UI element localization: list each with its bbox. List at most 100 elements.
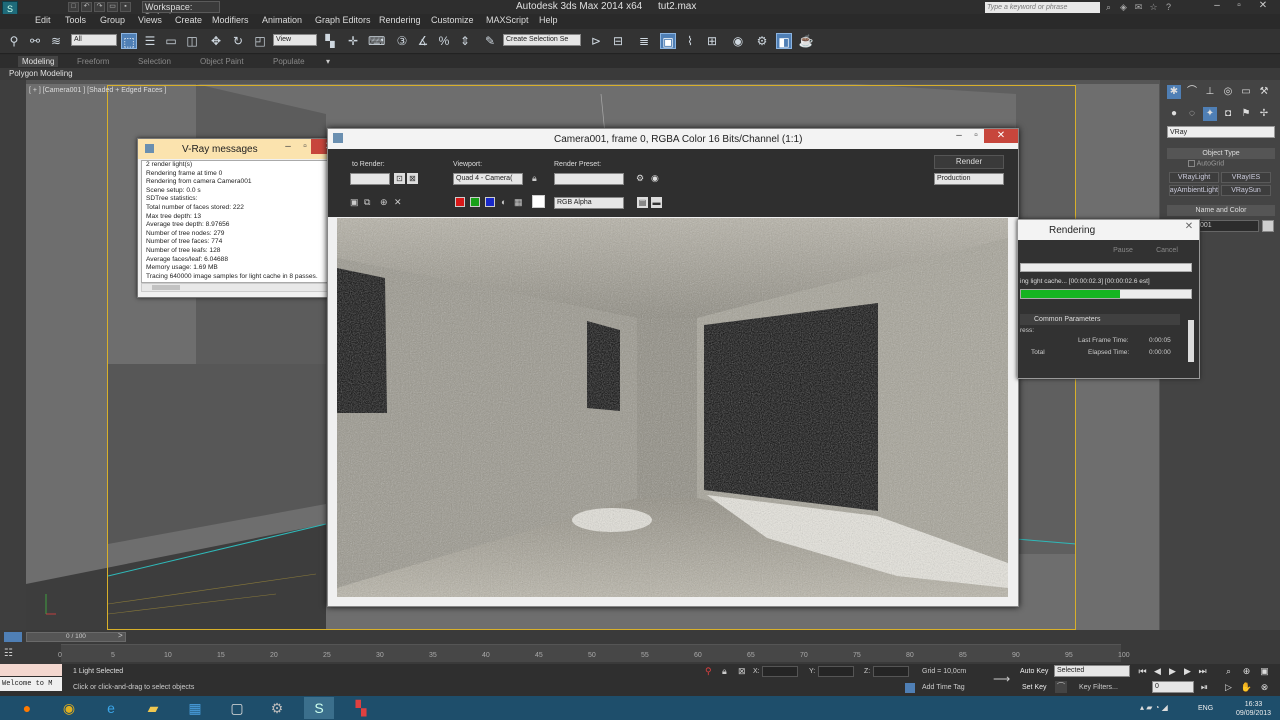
next-frame-icon[interactable]: ▶ (1181, 665, 1194, 677)
new-file-icon[interactable]: □ (68, 2, 79, 12)
blue-channel-icon[interactable] (485, 197, 495, 207)
key-mode-toggle-icon[interactable]: ⏯ (1198, 681, 1211, 693)
x-coordinate-field[interactable] (762, 666, 798, 677)
vray-log[interactable]: 2 render light(s) Rendering frame at time… (141, 160, 345, 283)
vrayambientlight-button[interactable]: VRayAmbientLight (1169, 185, 1219, 196)
menu-tools[interactable]: Tools (65, 15, 86, 25)
lights-icon[interactable]: ✦ (1203, 107, 1217, 121)
viewport-dropdown[interactable]: Quad 4 - Camera( (453, 173, 523, 185)
minimize-icon[interactable]: – (1210, 0, 1224, 12)
create-panel-tab-icon[interactable]: ✱ (1167, 85, 1181, 99)
menu-modifiers[interactable]: Modifiers (212, 15, 249, 25)
rendered-image[interactable] (337, 218, 1008, 597)
menu-create[interactable]: Create (175, 15, 202, 25)
zoom-extents-icon[interactable]: ▣ (1258, 665, 1271, 677)
ribbon-options-icon[interactable]: ▾ (322, 56, 334, 67)
rotate-icon[interactable]: ↻ (230, 33, 246, 49)
select-object-icon[interactable]: ⬚ (121, 33, 137, 49)
tab-populate[interactable]: Populate (269, 56, 309, 67)
render-setup-icon[interactable]: ⚙ (754, 33, 770, 49)
viewport-label[interactable]: [ + ] [Camera001 ] [Shaded + Edged Faces… (29, 87, 166, 94)
render-production-icon[interactable]: ☕ (798, 33, 814, 49)
toggle-toolbar-icon[interactable]: ▬ (651, 197, 662, 208)
input-language[interactable]: ENG (1198, 705, 1213, 712)
schematic-view-icon[interactable]: ⊞ (704, 33, 720, 49)
move-icon[interactable]: ✥ (208, 33, 224, 49)
graphite-toggle-icon[interactable]: ▣ (660, 33, 676, 49)
current-frame-field[interactable]: 0 (1152, 681, 1194, 693)
production-dropdown[interactable]: Production (934, 173, 1004, 185)
set-key-icon[interactable]: ⌒ (1055, 681, 1067, 693)
time-slider[interactable]: 0 / 100 (26, 632, 126, 642)
clock[interactable]: 16:33 09/09/2013 (1236, 700, 1271, 718)
y-coordinate-field[interactable] (818, 666, 854, 677)
autogrid-checkbox[interactable]: AutoGrid (1188, 160, 1224, 167)
green-channel-icon[interactable] (470, 197, 480, 207)
file-explorer-icon[interactable]: ▰ (138, 697, 168, 719)
menu-views[interactable]: Views (138, 15, 162, 25)
pivot-center-icon[interactable]: ▚ (322, 33, 338, 49)
menu-graph-editors[interactable]: Graph Editors (315, 15, 371, 25)
z-coordinate-field[interactable] (873, 666, 909, 677)
open-icon[interactable]: ▭ (107, 2, 118, 12)
color-swatch-icon[interactable] (532, 195, 545, 208)
close-icon[interactable]: ✕ (1256, 0, 1270, 12)
display-panel-tab-icon[interactable]: ▭ (1239, 85, 1253, 99)
systems-icon[interactable]: ✢ (1257, 107, 1271, 121)
edit-named-selection-icon[interactable]: ✎ (482, 33, 498, 49)
goto-end-icon[interactable]: ⏭ (1196, 665, 1209, 677)
object-type-rollout[interactable]: Object Type (1167, 148, 1275, 159)
modify-panel-tab-icon[interactable]: ⌒ (1185, 85, 1199, 99)
edit-region-icon[interactable]: ⊡ (394, 173, 405, 184)
spinner-snap-icon[interactable]: ⇕ (457, 33, 473, 49)
zoom-all-icon[interactable]: ⊕ (1240, 665, 1253, 677)
mini-curve-toggle-icon[interactable] (4, 632, 22, 642)
cameras-icon[interactable]: ◘ (1221, 107, 1235, 121)
utilities-panel-tab-icon[interactable]: ⚒ (1257, 85, 1271, 99)
menu-rendering[interactable]: Rendering (379, 15, 421, 25)
orbit-icon[interactable]: ⊗ (1258, 681, 1271, 693)
maximize-icon[interactable]: ▫ (1232, 0, 1246, 12)
add-time-tag[interactable]: Add Time Tag (922, 684, 965, 691)
search-icon[interactable]: ⌕ (1103, 2, 1114, 13)
selection-lock-icon[interactable]: 🔒︎ (722, 666, 727, 677)
rendering-scrollbar[interactable] (1188, 320, 1194, 362)
menu-maxscript[interactable]: MAXScript (486, 15, 529, 25)
play-icon[interactable]: ▶ (1166, 665, 1179, 677)
alpha-channel-icon[interactable]: ◐ (501, 197, 506, 207)
print-icon[interactable]: ✕ (394, 197, 402, 208)
mirror-icon[interactable]: ⊳ (588, 33, 604, 49)
network-icon[interactable]: ▦ (180, 697, 210, 719)
cancel-button[interactable]: Cancel (1151, 244, 1183, 257)
menu-group[interactable]: Group (100, 15, 125, 25)
fb-render-button[interactable]: Render (934, 155, 1004, 169)
clone-frame-icon[interactable]: ⊕ (380, 197, 388, 208)
snap-toggle-icon[interactable]: ③ (394, 33, 410, 49)
help-icon[interactable]: ? (1163, 2, 1174, 13)
menu-help[interactable]: Help (539, 15, 558, 25)
vraylight-button[interactable]: VRayLight (1169, 172, 1219, 183)
tool-app-icon[interactable]: ⚙ (262, 697, 292, 719)
red-channel-icon[interactable] (455, 197, 465, 207)
goto-start-icon[interactable]: ⏮ (1136, 665, 1149, 677)
subscription-icon[interactable]: ◈ (1118, 2, 1129, 13)
fb-maximize-icon[interactable]: ▫ (967, 129, 985, 143)
autogrid-box[interactable] (1188, 160, 1195, 167)
render-setup-fb-icon[interactable]: ⚙ (636, 173, 644, 184)
save-icon[interactable]: ▪ (120, 2, 131, 12)
motion-panel-tab-icon[interactable]: ◎ (1221, 85, 1235, 99)
vraysun-button[interactable]: VRaySun (1221, 185, 1271, 196)
undo-icon[interactable]: ↶ (81, 2, 92, 12)
menu-animation[interactable]: Animation (262, 15, 302, 25)
bind-spacewarp-icon[interactable]: ≋ (48, 33, 64, 49)
tray-icons[interactable]: ▴ ▰ ◔ ◢ (1140, 703, 1168, 712)
fb-close-icon[interactable]: ✕ (984, 129, 1018, 143)
shapes-icon[interactable]: ◌ (1185, 107, 1199, 121)
named-selection-dropdown[interactable]: Create Selection Se (503, 34, 581, 46)
zoom-icon[interactable]: ⌕ (1222, 665, 1235, 677)
angle-snap-icon[interactable]: ∡ (415, 33, 431, 49)
polygon-modeling-label[interactable]: Polygon Modeling (9, 69, 73, 78)
next-frame-arrow-icon[interactable]: > (118, 631, 123, 640)
percent-snap-icon[interactable]: % (436, 33, 452, 49)
name-and-color-rollout[interactable]: Name and Color (1167, 205, 1275, 216)
